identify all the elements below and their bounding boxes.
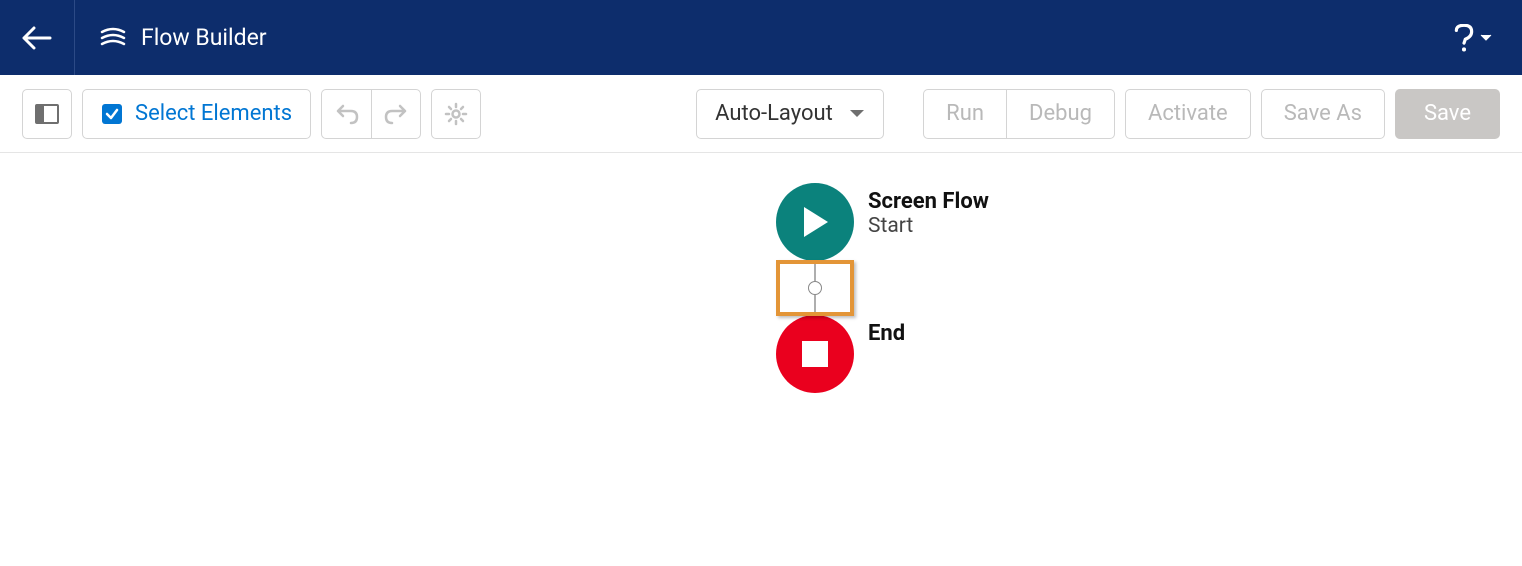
connector <box>808 261 822 315</box>
run-button[interactable]: Run <box>923 89 1006 139</box>
panel-icon <box>35 104 59 124</box>
layout-mode-dropdown[interactable]: Auto-Layout <box>696 89 884 139</box>
select-elements-label: Select Elements <box>135 101 292 126</box>
help-menu[interactable] <box>1454 24 1522 52</box>
connector-line-bottom <box>814 295 816 315</box>
stop-icon <box>800 339 830 369</box>
chevron-down-icon <box>849 109 865 119</box>
undo-icon <box>335 103 359 125</box>
gear-icon <box>444 102 468 126</box>
flow-builder-icon <box>99 24 127 52</box>
end-node-label: End <box>868 321 905 346</box>
app-header: Flow Builder <box>0 0 1522 75</box>
select-elements-button[interactable]: Select Elements <box>82 89 311 139</box>
app-title: Flow Builder <box>141 24 267 51</box>
activate-button[interactable]: Activate <box>1125 89 1251 139</box>
start-node[interactable] <box>776 183 854 261</box>
save-as-button[interactable]: Save As <box>1261 89 1385 139</box>
end-node-wrapper: End <box>776 315 854 393</box>
layout-mode-label: Auto-Layout <box>715 101 833 126</box>
arrow-left-icon <box>22 26 52 50</box>
chevron-down-icon <box>1480 34 1492 42</box>
debug-button[interactable]: Debug <box>1006 89 1115 139</box>
header-brand: Flow Builder <box>75 24 267 52</box>
end-node[interactable] <box>776 315 854 393</box>
add-element-button[interactable] <box>808 281 822 295</box>
start-node-wrapper: Screen Flow Start <box>776 183 854 261</box>
start-node-subtitle: Start <box>868 214 989 238</box>
undo-button[interactable] <box>321 89 371 139</box>
connector-line-top <box>814 261 816 281</box>
toolbar: Select Elements Auto-Layout Run <box>0 75 1522 153</box>
toggle-panel-button[interactable] <box>22 89 72 139</box>
undo-redo-group <box>321 89 421 139</box>
end-node-title: End <box>868 321 905 346</box>
settings-button[interactable] <box>431 89 481 139</box>
start-node-label: Screen Flow Start <box>868 189 989 238</box>
save-button[interactable]: Save <box>1395 89 1500 139</box>
checkbox-icon <box>101 103 123 125</box>
help-icon <box>1454 24 1474 52</box>
back-button[interactable] <box>0 0 75 75</box>
start-node-title: Screen Flow <box>868 189 989 214</box>
flow-container: Screen Flow Start End <box>776 183 854 393</box>
play-icon <box>800 205 830 239</box>
run-debug-group: Run Debug <box>923 89 1115 139</box>
flow-canvas[interactable]: Screen Flow Start End <box>0 153 1522 566</box>
redo-button[interactable] <box>371 89 421 139</box>
redo-icon <box>384 103 408 125</box>
